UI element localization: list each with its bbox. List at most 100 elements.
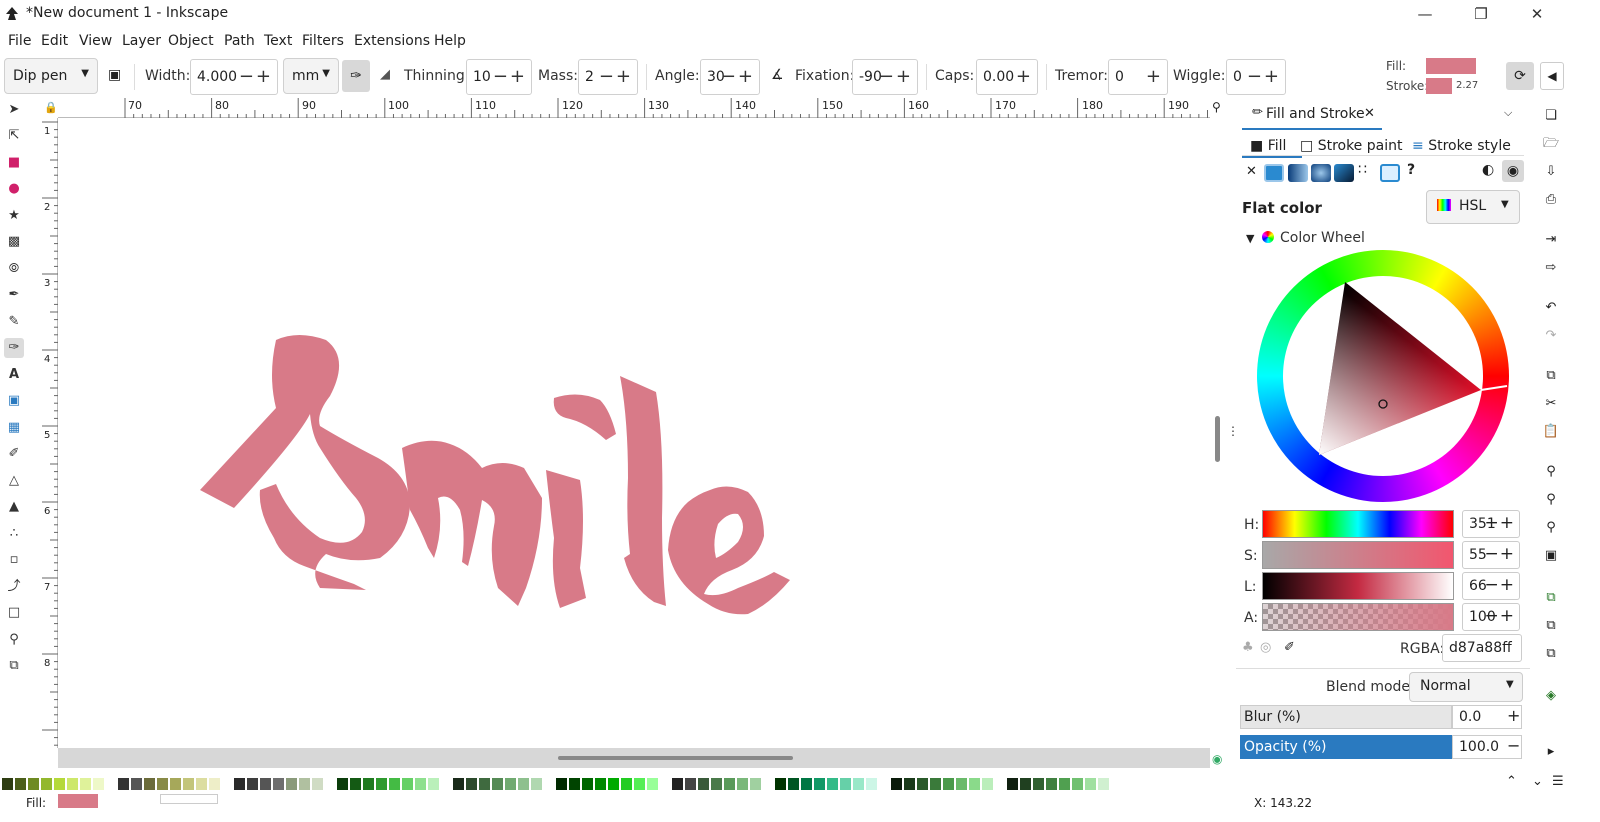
- alpha-field[interactable]: 100 −+: [1462, 603, 1520, 631]
- palette-swatch[interactable]: [337, 778, 348, 790]
- palette-swatch[interactable]: [556, 778, 567, 790]
- restore-button[interactable]: ❐: [1458, 2, 1504, 26]
- duplicate-icon[interactable]: ⧉: [1541, 588, 1561, 608]
- fill-rule-nonzero-icon[interactable]: ◉: [1502, 160, 1524, 182]
- pencil-tool-icon[interactable]: ✎: [4, 312, 24, 332]
- palette-swatch[interactable]: [15, 778, 26, 790]
- opacity-slider[interactable]: Opacity (%): [1240, 735, 1452, 759]
- palette-swatch[interactable]: [814, 778, 825, 790]
- palette-swatch[interactable]: [170, 778, 181, 790]
- pen-tool-icon[interactable]: ✒: [4, 285, 24, 305]
- mesh-gradient-icon[interactable]: [1334, 164, 1354, 182]
- palette-swatch[interactable]: [685, 778, 696, 790]
- palette-swatch[interactable]: [196, 778, 207, 790]
- palette-swatch[interactable]: [1033, 778, 1044, 790]
- palette-swatch[interactable]: [209, 778, 220, 790]
- paste-icon[interactable]: 📋: [1541, 422, 1561, 442]
- palette-swatch[interactable]: [891, 778, 902, 790]
- unit-select[interactable]: mm ▼: [283, 58, 339, 94]
- saturation-field[interactable]: 55 −+: [1462, 541, 1520, 569]
- close-tab-icon[interactable]: ✕: [1364, 106, 1375, 121]
- flat-color-icon[interactable]: [1264, 164, 1284, 182]
- scroll-thumb[interactable]: [1215, 416, 1220, 462]
- palette-swatch[interactable]: [479, 778, 490, 790]
- measure-tool-icon[interactable]: ⧉: [4, 656, 24, 676]
- horizontal-scrollbar[interactable]: [58, 748, 1210, 768]
- palette-swatch[interactable]: [93, 778, 104, 790]
- close-button[interactable]: ✕: [1514, 2, 1560, 26]
- palette-swatch[interactable]: [492, 778, 503, 790]
- group-icon[interactable]: ◈: [1541, 686, 1561, 706]
- palette-swatch[interactable]: [1020, 778, 1031, 790]
- status-fill-swatch[interactable]: [58, 794, 98, 808]
- redo-icon[interactable]: ↷: [1541, 326, 1561, 346]
- palette-swatch[interactable]: [1046, 778, 1057, 790]
- stepper-icon[interactable]: −+: [599, 66, 633, 87]
- stepper-icon[interactable]: −+: [721, 66, 755, 87]
- palette-swatch[interactable]: [698, 778, 709, 790]
- rgba-field[interactable]: d87a88ff: [1442, 634, 1522, 662]
- stepper-icon[interactable]: −+: [1485, 575, 1516, 595]
- connector-tool-icon[interactable]: ⤴: [4, 577, 24, 597]
- palette-swatch[interactable]: [1085, 778, 1096, 790]
- palette-swatch[interactable]: [299, 778, 310, 790]
- palette-swatch[interactable]: [621, 778, 632, 790]
- palette-swatch[interactable]: [788, 778, 799, 790]
- caps-field[interactable]: 0.00 +: [976, 59, 1038, 95]
- menu-edit[interactable]: Edit: [41, 33, 68, 49]
- palette-swatch[interactable]: [853, 778, 864, 790]
- menu-extensions[interactable]: Extensions: [354, 33, 430, 49]
- linear-gradient-icon[interactable]: [1288, 164, 1308, 182]
- stepper-icon[interactable]: −: [1507, 736, 1520, 755]
- palette-swatch[interactable]: [402, 778, 413, 790]
- chevron-up-icon[interactable]: ⌃: [1506, 774, 1517, 789]
- tab-stroke-paint[interactable]: □ Stroke paint: [1300, 138, 1402, 154]
- palette-swatch[interactable]: [286, 778, 297, 790]
- color-palette[interactable]: ⌃ ⌄ ☰: [0, 774, 1600, 792]
- palette-swatch[interactable]: [1072, 778, 1083, 790]
- stepper-icon[interactable]: −+: [493, 66, 527, 87]
- stepper-icon[interactable]: −+: [1247, 66, 1281, 87]
- undo-icon[interactable]: ↶: [1541, 298, 1561, 318]
- hue-field[interactable]: 351 −+: [1462, 510, 1520, 538]
- sl-triangle[interactable]: [1257, 250, 1509, 502]
- chevron-down-icon[interactable]: ⌵: [1504, 106, 1512, 120]
- palette-menu-icon[interactable]: ☰: [1552, 774, 1564, 789]
- palette-swatch[interactable]: [41, 778, 52, 790]
- color-managed-icon[interactable]: ♣: [1242, 640, 1254, 655]
- palette-swatch[interactable]: [144, 778, 155, 790]
- opacity-field[interactable]: 100.0 −: [1452, 735, 1522, 759]
- ellipse-tool-icon[interactable]: ●: [4, 179, 24, 199]
- text-tool-icon[interactable]: A: [4, 365, 24, 385]
- more-commands-icon[interactable]: ▸: [1541, 742, 1561, 762]
- palette-swatch[interactable]: [775, 778, 786, 790]
- palette-swatch[interactable]: [183, 778, 194, 790]
- snap-toggle-icon[interactable]: ⟳: [1506, 62, 1534, 90]
- color-picker-icon[interactable]: ✐: [1284, 640, 1295, 655]
- palette-swatch[interactable]: [930, 778, 941, 790]
- palette-swatch[interactable]: [234, 778, 245, 790]
- angle-field[interactable]: 30 −+: [700, 59, 760, 95]
- selector-tool-icon[interactable]: ➤: [4, 100, 24, 120]
- open-document-icon[interactable]: 🗁: [1541, 134, 1561, 154]
- menu-object[interactable]: Object: [168, 33, 214, 49]
- stepper-icon[interactable]: +: [1146, 66, 1163, 87]
- vertical-scrollbar[interactable]: [1210, 118, 1226, 748]
- scroll-thumb[interactable]: [558, 756, 793, 760]
- palette-swatch[interactable]: [801, 778, 812, 790]
- tab-stroke-style[interactable]: ≡ Stroke style: [1412, 138, 1511, 154]
- calligraphy-tool-icon[interactable]: ✑: [4, 338, 24, 358]
- pattern-icon[interactable]: ∷: [1358, 162, 1367, 178]
- palette-swatch[interactable]: [840, 778, 851, 790]
- mass-field[interactable]: 2 −+: [578, 59, 638, 95]
- menu-help[interactable]: Help: [434, 33, 466, 49]
- palette-swatch[interactable]: [518, 778, 529, 790]
- saturation-slider[interactable]: [1262, 541, 1454, 569]
- tilt-icon[interactable]: ◢: [380, 67, 390, 82]
- zoom-corner-icon[interactable]: ⚲: [1212, 100, 1221, 114]
- palette-swatch[interactable]: [428, 778, 439, 790]
- palette-swatch[interactable]: [260, 778, 271, 790]
- palette-swatch[interactable]: [466, 778, 477, 790]
- paint-bucket-tool-icon[interactable]: △: [4, 471, 24, 491]
- out-of-gamut-icon[interactable]: ◎: [1260, 640, 1271, 655]
